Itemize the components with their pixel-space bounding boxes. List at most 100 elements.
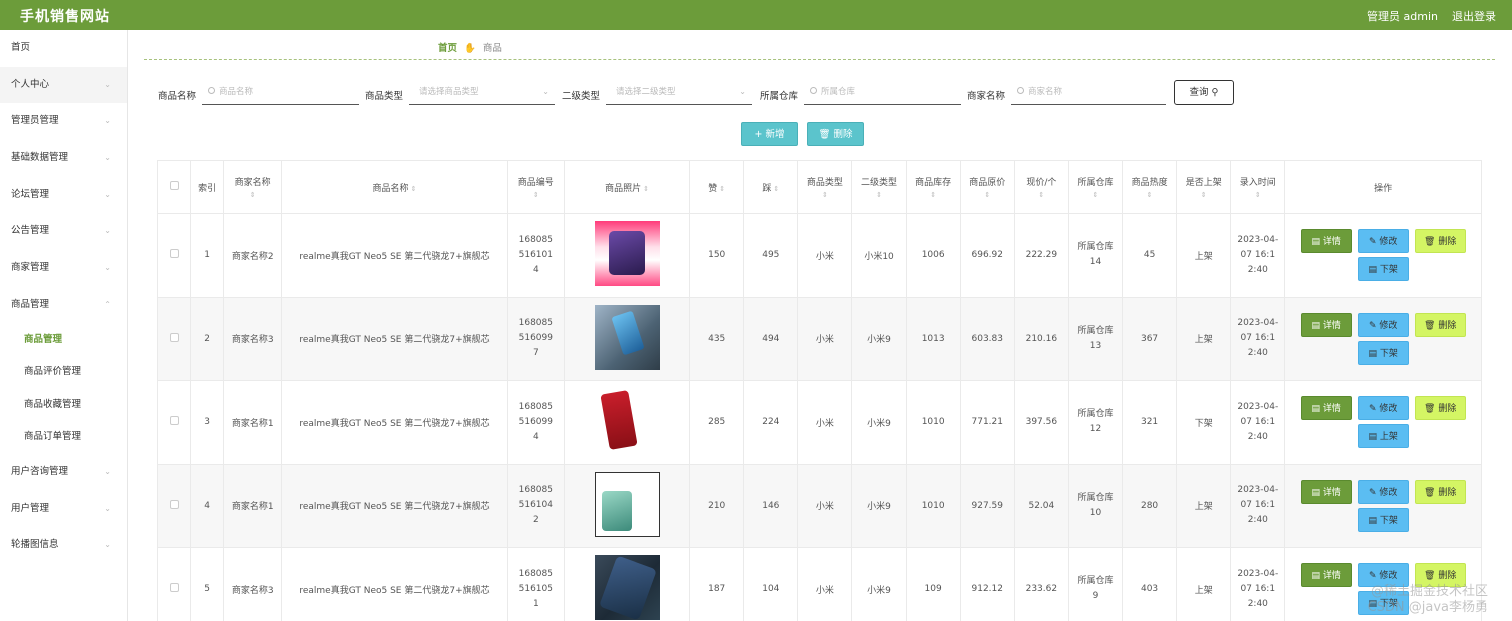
search-icon (208, 87, 215, 94)
col-name[interactable]: 商品名称 ⇕ (281, 160, 508, 214)
sidebar-item-label: 用户管理 (11, 502, 50, 514)
sort-icon: ⇕ (984, 191, 991, 199)
col-stock[interactable]: 商品库存 ⇕ (905, 160, 961, 214)
sidebar-item-label: 公告管理 (11, 225, 50, 237)
cell-subtype: 小米9 (851, 296, 907, 381)
sidebar-subitem-reviews[interactable]: 商品评价管理 (0, 356, 127, 389)
select-all-checkbox[interactable] (156, 160, 192, 214)
edit-button[interactable]: ✎ 修改 (1357, 229, 1409, 254)
search-icon (810, 87, 817, 94)
sidebar-item-merchants[interactable]: 商家管理 ⌄ (0, 250, 127, 287)
cell-subtype: 小米9 (851, 380, 907, 465)
sort-icon: ⇕ (719, 184, 726, 193)
edit-button[interactable]: ✎ 修改 (1357, 396, 1409, 421)
delete-button[interactable]: 🗑 删除 (1414, 312, 1466, 337)
delete-button[interactable]: 🗑 删除 (1414, 229, 1466, 254)
col-photo[interactable]: 商品照片 ⇕ (563, 160, 691, 214)
sub-type-select[interactable]: 请选择二级类型 ⌄ (606, 80, 752, 105)
warehouse-input[interactable]: 所属仓库 (804, 80, 961, 105)
detail-button[interactable]: ▤ 详情 (1300, 479, 1352, 504)
sidebar-subitem-orders[interactable]: 商品订单管理 (0, 421, 127, 454)
col-price[interactable]: 现价/个 ⇕ (1013, 160, 1069, 214)
row-checkbox[interactable] (156, 547, 192, 621)
cell-ops: ▤ 详情 ✎ 修改 🗑 删除 ▤ 下架 (1284, 296, 1482, 381)
cell-on-shelf: 下架 (1176, 380, 1232, 465)
sidebar-item-forum[interactable]: 论坛管理 ⌄ (0, 177, 127, 214)
chevron-down-icon: ⌄ (739, 87, 746, 96)
merchant-input[interactable]: 商家名称 (1011, 80, 1166, 105)
col-orig-price[interactable]: 商品原价 ⇕ (959, 160, 1015, 214)
cell-ops: ▤ 详情 ✎ 修改 🗑 删除 ▤ 上架 (1284, 380, 1482, 465)
edit-button[interactable]: ✎ 修改 (1357, 479, 1409, 504)
shelf-toggle-button[interactable]: ▤ 上架 (1357, 424, 1409, 449)
sidebar-item-consult[interactable]: 用户咨询管理 ⌄ (0, 454, 127, 491)
sidebar-item-admins[interactable]: 管理员管理 ⌄ (0, 103, 127, 140)
row-checkbox[interactable] (156, 380, 192, 465)
product-photo[interactable] (594, 388, 660, 454)
cell-price: 397.56 (1013, 380, 1069, 465)
sidebar-subitem-favorites[interactable]: 商品收藏管理 (0, 389, 127, 422)
cell-stock: 1010 (905, 380, 961, 465)
delete-button[interactable]: 🗑 删除 (1414, 479, 1466, 504)
batch-delete-button[interactable]: 🗑 删除 (807, 122, 864, 146)
col-warehouse[interactable]: 所属仓库 ⇕ (1067, 160, 1124, 214)
sort-icon: ⇕ (1200, 191, 1207, 199)
logout-link[interactable]: 退出登录 (1452, 8, 1496, 24)
product-table: 索引 商家名称 ⇕ 商品名称 ⇕ 商品编号 ⇕ 商品照片 ⇕ 赞 ⇕ 踩 ⇕ 商品类型 ⇕ 二… (156, 160, 1482, 621)
col-dislike[interactable]: 踩 ⇕ (743, 160, 799, 214)
sort-icon: ⇕ (410, 184, 417, 193)
chevron-down-icon: ⌄ (104, 116, 111, 126)
shelf-toggle-button[interactable]: ▤ 下架 (1357, 507, 1409, 532)
col-code[interactable]: 商品编号 ⇕ (506, 160, 565, 214)
watermark: @稀土掘金技术社区 CSDN @java李杨勇 (1367, 584, 1488, 615)
sub-type-label: 二级类型 (562, 91, 601, 102)
row-checkbox[interactable] (156, 296, 192, 381)
sidebar-subitem-products[interactable]: 商品管理 (0, 324, 127, 357)
col-type[interactable]: 商品类型 ⇕ (797, 160, 853, 214)
add-button[interactable]: + 新增 (741, 122, 798, 146)
detail-button[interactable]: ▤ 详情 (1300, 229, 1352, 254)
detail-button[interactable]: ▤ 详情 (1300, 563, 1352, 588)
cell-ops: ▤ 详情 ✎ 修改 🗑 删除 ▤ 下架 (1284, 463, 1482, 548)
document-icon: ▤ (1311, 237, 1320, 248)
table-row: 5 商家名称3 realme真我GT Neo5 SE 第二代骁龙7+旗舰芯 16808… (156, 547, 1482, 621)
product-photo[interactable] (594, 555, 660, 621)
document-icon: ▤ (1368, 515, 1377, 526)
col-created[interactable]: 录入时间 ⇕ (1230, 160, 1286, 214)
sidebar-item-notice[interactable]: 公告管理 ⌄ (0, 213, 127, 250)
sidebar-item-basedata[interactable]: 基础数据管理 ⌄ (0, 140, 127, 177)
cell-dislike: 224 (743, 380, 799, 465)
col-on-shelf[interactable]: 是否上架 ⇕ (1176, 160, 1232, 214)
col-subtype[interactable]: 二级类型 ⇕ (851, 160, 907, 214)
product-photo[interactable] (594, 304, 660, 370)
cell-created: 2023-04-07 16:12:40 (1230, 547, 1286, 621)
product-photo[interactable] (594, 471, 660, 537)
product-type-select[interactable]: 请选择商品类型 ⌄ (409, 80, 555, 105)
shelf-toggle-button[interactable]: ▤ 下架 (1357, 257, 1409, 282)
col-merchant[interactable]: 商家名称 ⇕ (223, 160, 283, 214)
row-checkbox[interactable] (156, 463, 192, 548)
sidebar-item-products[interactable]: 商品管理 ⌃ (0, 287, 127, 324)
col-like[interactable]: 赞 ⇕ (689, 160, 745, 214)
sidebar-item-carousel[interactable]: 轮播图信息 ⌄ (0, 527, 127, 564)
col-heat[interactable]: 商品热度 ⇕ (1122, 160, 1178, 214)
cell-like: 210 (689, 463, 745, 548)
shelf-toggle-button[interactable]: ▤ 下架 (1357, 340, 1409, 365)
breadcrumb-home[interactable]: 首页 (438, 43, 457, 54)
detail-button[interactable]: ▤ 详情 (1300, 312, 1352, 337)
trash-icon: 🗑 (1424, 487, 1436, 498)
detail-button[interactable]: ▤ 详情 (1300, 396, 1352, 421)
cell-name: realme真我GT Neo5 SE 第二代骁龙7+旗舰芯 (281, 547, 508, 621)
sidebar: 首页 个人中心 ⌄ 管理员管理 ⌄ 基础数据管理 ⌄ 论坛管理 ⌄ 公告管理 ⌄ 商家管理… (0, 30, 128, 621)
row-checkbox[interactable] (156, 213, 192, 298)
cell-warehouse: 所属仓库14 (1067, 213, 1124, 298)
cell-index: 5 (190, 547, 225, 621)
query-button[interactable]: 查询 ⚲ (1174, 80, 1234, 105)
product-photo[interactable] (594, 221, 660, 287)
product-name-input[interactable]: 商品名称 (202, 80, 359, 105)
delete-button[interactable]: 🗑 删除 (1414, 396, 1466, 421)
edit-button[interactable]: ✎ 修改 (1357, 312, 1409, 337)
sidebar-item-users[interactable]: 用户管理 ⌄ (0, 491, 127, 528)
sidebar-item-home[interactable]: 首页 (0, 30, 127, 67)
sort-icon: ⇕ (930, 191, 937, 199)
